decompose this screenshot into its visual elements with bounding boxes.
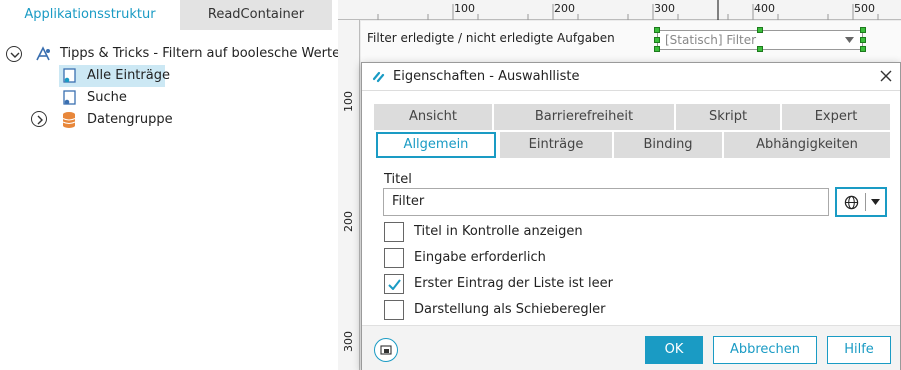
tab-barrierefreiheit[interactable]: Barrierefreiheit [494, 104, 674, 130]
dropdown-arrow-icon [871, 199, 880, 205]
dialog-title: Eigenschaften - Auswahlliste [393, 69, 580, 84]
close-icon[interactable] [878, 68, 894, 84]
resize-handle[interactable] [860, 46, 866, 52]
page-icon [63, 90, 76, 105]
checkbox-label: Eingabe erforderlich [414, 250, 546, 265]
expand-toggle[interactable] [31, 111, 47, 127]
properties-dialog: Eigenschaften - Auswahlliste Ansicht Bar… [361, 62, 901, 370]
resize-handle[interactable] [654, 27, 660, 33]
panel-tabs: Applikationsstruktur ReadContainer [0, 0, 332, 30]
resize-handle[interactable] [654, 46, 660, 52]
help-button[interactable]: Hilfe [827, 336, 891, 364]
tab-ansicht[interactable]: Ansicht [374, 104, 492, 130]
ruler-label: 300 [342, 331, 355, 352]
control-caption[interactable]: Filter erledigte / nicht erledigte Aufga… [367, 31, 615, 45]
dropdown-arrow-icon [845, 37, 854, 43]
checkbox-schieberegler[interactable] [384, 300, 404, 320]
page-icon [63, 68, 76, 83]
ruler-left: 100 200 300 [338, 20, 360, 370]
resize-handle[interactable] [860, 27, 866, 33]
resize-handle[interactable] [757, 46, 763, 52]
tree-item-alle-eintraege[interactable]: Alle Einträge [59, 65, 170, 87]
tab-binding[interactable]: Binding [614, 132, 722, 158]
dialog-titlebar[interactable]: Eigenschaften - Auswahlliste [362, 63, 900, 91]
ok-button[interactable]: OK [645, 336, 703, 364]
chevron-right-icon [37, 115, 43, 125]
checkmark-icon [388, 279, 401, 290]
tree-item-suche[interactable]: Suche [87, 87, 127, 109]
app-logo-icon [372, 71, 385, 83]
tab-abhaengigkeiten[interactable]: Abhängigkeiten [724, 132, 890, 158]
checkbox-titel-in-kontrolle[interactable] [384, 222, 404, 242]
chevron-down-icon [10, 52, 20, 58]
app-icon [36, 46, 50, 61]
ruler-ticks-top [377, 0, 879, 20]
tab-eintraege[interactable]: Einträge [500, 132, 612, 158]
resize-handle[interactable] [757, 27, 763, 33]
collapse-toggle[interactable] [6, 46, 22, 62]
ruler-label: 200 [342, 211, 355, 232]
divider [865, 193, 866, 211]
resize-handle[interactable] [654, 37, 660, 43]
application-structure-panel: Applikationsstruktur ReadContainer Tipps… [0, 0, 340, 370]
tab-applikationsstruktur[interactable]: Applikationsstruktur [0, 0, 180, 30]
tab-allgemein[interactable]: Allgemein [376, 132, 496, 158]
ruler-label: 400 [754, 2, 775, 15]
combobox-value: [Statisch] Filter [665, 33, 757, 47]
ruler-label: 200 [554, 2, 575, 15]
tree-root-label[interactable]: Tipps & Tricks - Filtern auf boolesche W… [60, 43, 340, 65]
globe-icon [844, 195, 859, 210]
dialog-footer [362, 325, 900, 370]
title-input[interactable]: Filter [383, 188, 829, 216]
ruler-top: 100 200 300 400 500 [338, 0, 901, 20]
resize-handle[interactable] [860, 37, 866, 43]
tree-item-label: Alle Einträge [87, 68, 170, 83]
checkbox-label: Titel in Kontrolle anzeigen [414, 224, 583, 239]
database-icon [62, 112, 76, 128]
ruler-label: 500 [854, 2, 875, 15]
title-field-label: Titel [384, 172, 412, 187]
checkbox-label: Darstellung als Schieberegler [414, 302, 606, 317]
tab-skript[interactable]: Skript [676, 104, 780, 130]
language-button[interactable] [835, 187, 887, 217]
tree-item-datengruppe[interactable]: Datengruppe [87, 109, 173, 131]
window-icon [380, 345, 392, 355]
checkbox-erster-eintrag-leer[interactable] [384, 274, 404, 294]
layout-button[interactable] [374, 338, 398, 362]
ruler-label: 100 [342, 91, 355, 112]
cancel-button[interactable]: Abbrechen [713, 336, 817, 364]
ruler-label: 100 [454, 2, 475, 15]
tab-expert[interactable]: Expert [782, 104, 890, 130]
tab-readcontainer[interactable]: ReadContainer [180, 0, 332, 30]
checkbox-label: Erster Eintrag der Liste ist leer [414, 276, 613, 291]
checkbox-eingabe-erforderlich[interactable] [384, 248, 404, 268]
ruler-label: 300 [654, 2, 675, 15]
